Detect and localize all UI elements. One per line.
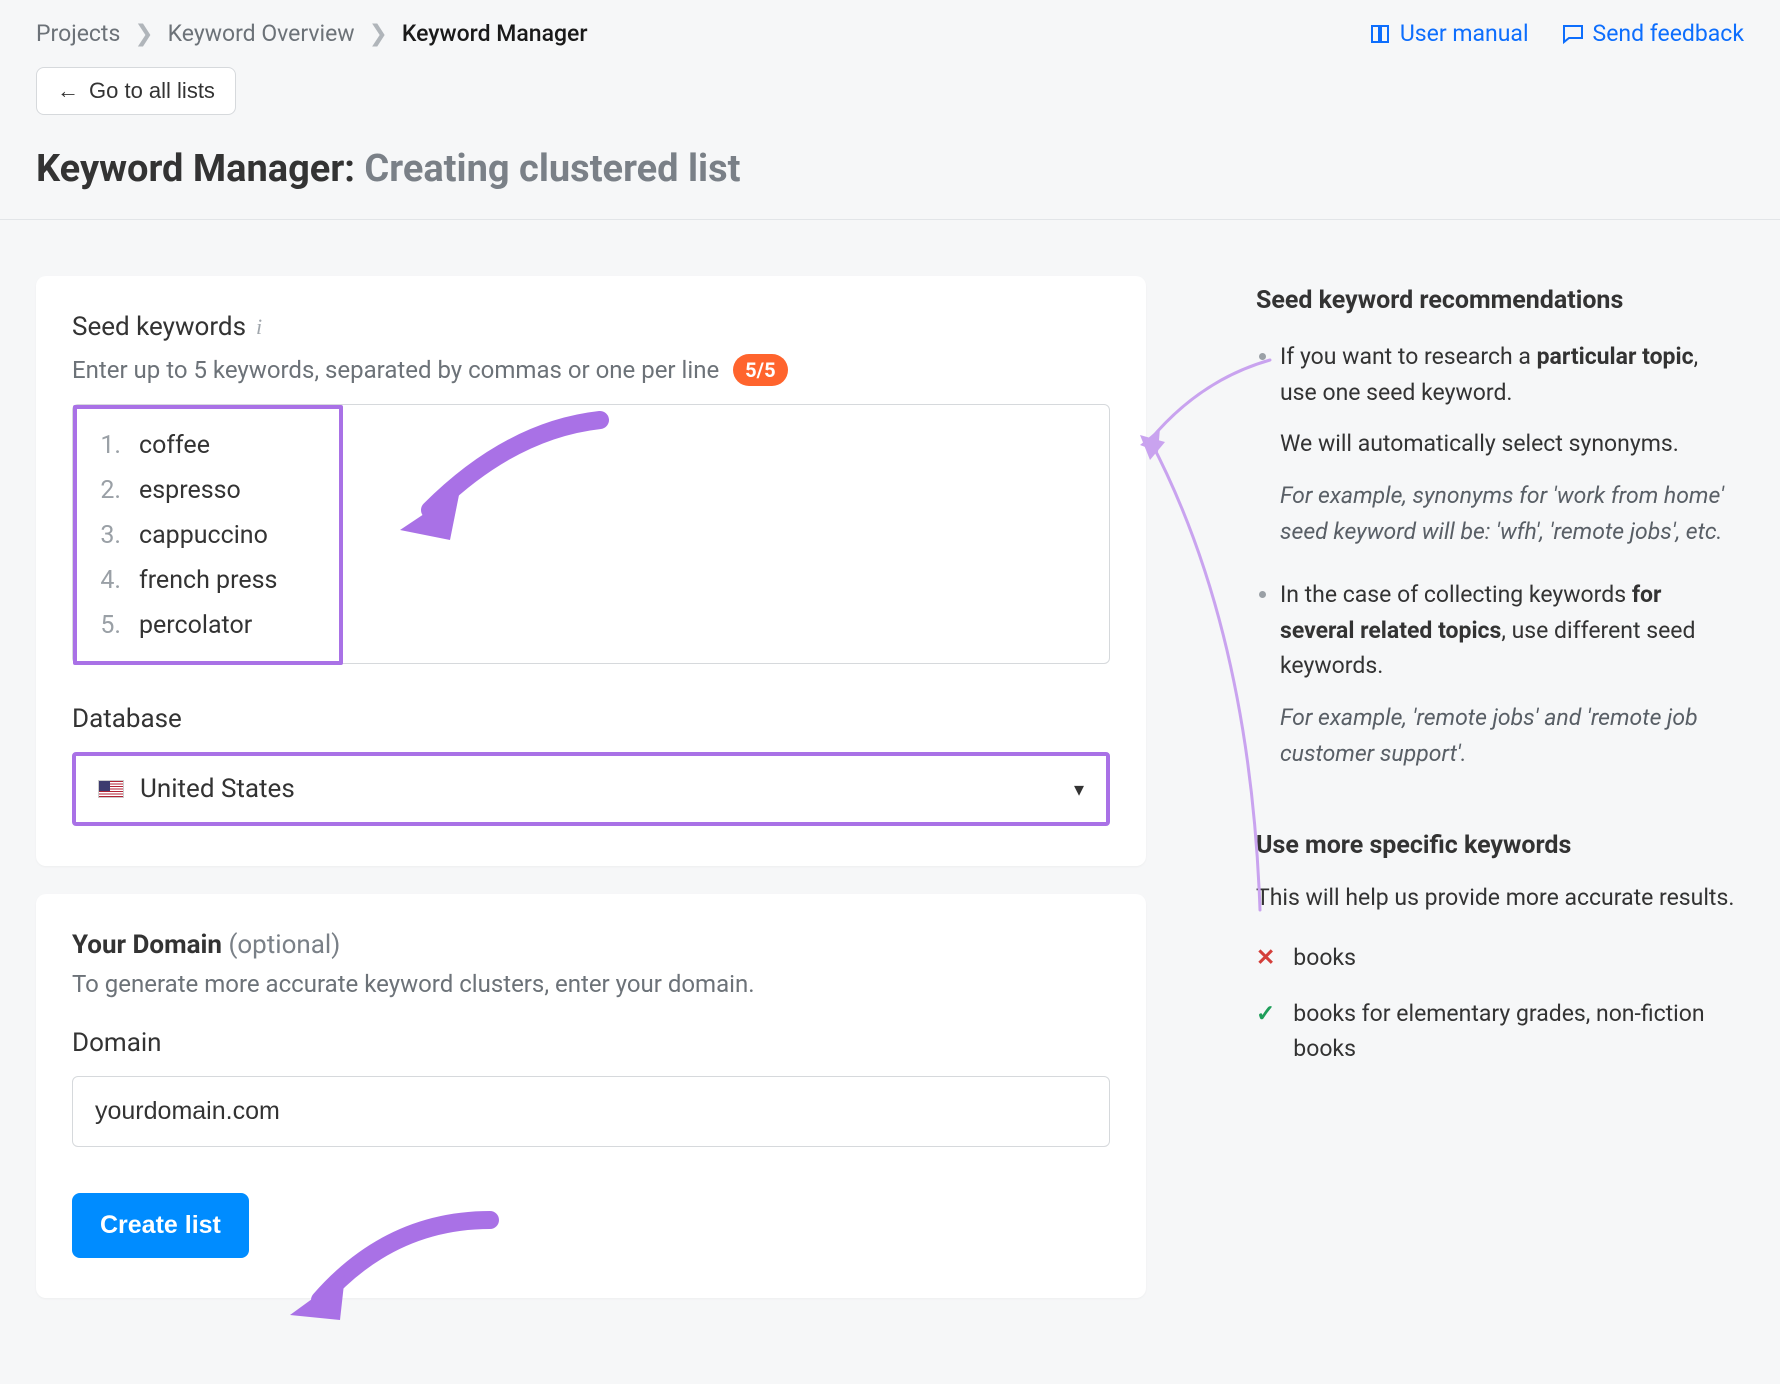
- check-icon: ✓: [1256, 996, 1275, 1067]
- x-icon: ✕: [1256, 940, 1275, 976]
- recommendation-item: In the case of collecting keywords for s…: [1280, 577, 1736, 771]
- your-domain-title: Your Domain (optional): [72, 930, 1110, 960]
- your-domain-card: Your Domain (optional) To generate more …: [36, 894, 1146, 1298]
- domain-label: Domain: [72, 1028, 1110, 1058]
- keyword-row: 5.percolator: [97, 603, 1085, 648]
- keyword-row: 4.french press: [97, 558, 1085, 603]
- tips-desc: This will help us provide more accurate …: [1256, 880, 1736, 916]
- keyword-row: 1.coffee: [97, 423, 1085, 468]
- breadcrumb-current: Keyword Manager: [402, 20, 588, 47]
- user-manual-link[interactable]: User manual: [1368, 20, 1529, 47]
- tips-title: Use more specific keywords: [1256, 831, 1736, 860]
- keyword-row: 2.espresso: [97, 468, 1085, 513]
- seed-hint: Enter up to 5 keywords, separated by com…: [72, 356, 719, 384]
- recommendations-title: Seed keyword recommendations: [1256, 286, 1736, 315]
- database-label: Database: [72, 704, 1110, 734]
- seed-keywords-label: Seed keywords: [72, 312, 246, 342]
- domain-input[interactable]: [72, 1076, 1110, 1147]
- seed-keywords-textarea[interactable]: 1.coffee 2.espresso 3.cappuccino 4.frenc…: [72, 404, 1110, 664]
- go-to-all-lists-button[interactable]: ← Go to all lists: [36, 67, 236, 115]
- book-icon: [1368, 22, 1392, 46]
- divider: [0, 219, 1780, 220]
- database-select[interactable]: United States ▾: [72, 752, 1110, 826]
- create-list-button[interactable]: Create list: [72, 1193, 249, 1258]
- us-flag-icon: [98, 780, 124, 798]
- tip-good: ✓ books for elementary grades, non-ficti…: [1256, 996, 1736, 1067]
- breadcrumb: Projects ❯ Keyword Overview ❯ Keyword Ma…: [36, 20, 587, 47]
- feedback-icon: [1561, 22, 1585, 46]
- seed-keywords-card: Seed keywords i Enter up to 5 keywords, …: [36, 276, 1146, 866]
- page-title: Keyword Manager: Creating clustered list: [36, 147, 1744, 191]
- your-domain-desc: To generate more accurate keyword cluste…: [72, 970, 1110, 998]
- breadcrumb-keyword-overview[interactable]: Keyword Overview: [168, 20, 355, 47]
- keyword-count-badge: 5/5: [733, 354, 787, 386]
- chevron-right-icon: ❯: [369, 20, 388, 47]
- tip-bad: ✕ books: [1256, 940, 1736, 976]
- arrow-left-icon: ←: [57, 78, 79, 104]
- chevron-right-icon: ❯: [134, 20, 153, 47]
- info-icon[interactable]: i: [256, 314, 262, 340]
- send-feedback-link[interactable]: Send feedback: [1561, 20, 1744, 47]
- chevron-down-icon: ▾: [1074, 777, 1084, 801]
- recommendation-item: If you want to research a particular top…: [1280, 339, 1736, 549]
- breadcrumb-projects[interactable]: Projects: [36, 20, 120, 47]
- keyword-row: 3.cappuccino: [97, 513, 1085, 558]
- recommendations-list: If you want to research a particular top…: [1256, 339, 1736, 771]
